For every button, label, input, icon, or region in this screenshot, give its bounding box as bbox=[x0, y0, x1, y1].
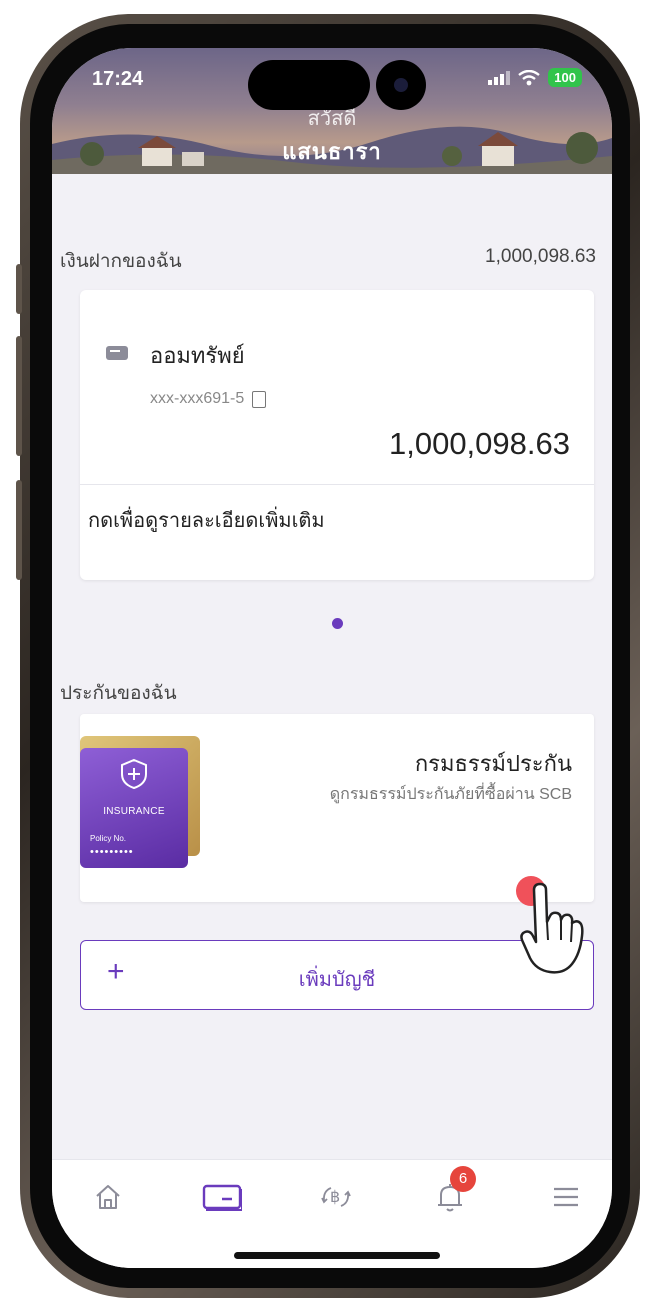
account-card-icon bbox=[202, 1184, 242, 1211]
card-divider bbox=[80, 484, 594, 485]
insurance-card-title: กรมธรรม์ประกัน bbox=[414, 751, 572, 776]
account-number: xxx-xxx691-5 bbox=[150, 390, 245, 407]
insurance-card-label: INSURANCE bbox=[103, 806, 165, 817]
shield-plus-icon bbox=[121, 758, 147, 790]
wifi-icon bbox=[518, 69, 541, 85]
front-camera bbox=[376, 60, 426, 110]
insurance-policy-card[interactable]: INSURANCE Policy No. ••••••••• กรมธรรม์ป… bbox=[80, 714, 594, 902]
tab-menu[interactable] bbox=[536, 1174, 596, 1220]
insurance-section-header: ประกันของฉัน bbox=[60, 678, 596, 708]
side-button-silent bbox=[16, 264, 22, 314]
dynamic-island bbox=[248, 60, 370, 110]
user-name: แสนธารา bbox=[282, 139, 382, 164]
insurance-card-illustration: INSURANCE Policy No. ••••••••• bbox=[80, 736, 210, 868]
add-account-button[interactable]: + เพิ่มบัญชี bbox=[80, 940, 594, 1010]
policy-number-mask: ••••••••• bbox=[90, 846, 134, 858]
svg-text:฿: ฿ bbox=[330, 1187, 340, 1206]
transfer-baht-icon: ฿ bbox=[321, 1187, 351, 1207]
deposits-total: 1,000,098.63 bbox=[485, 246, 596, 267]
account-details-link[interactable]: กดเพื่อดูรายละเอียดเพิ่มเติม bbox=[88, 504, 325, 536]
screen: 17:24 สวัสดี แสนธารา 100 เงินฝากของฉัน 1… bbox=[52, 48, 612, 1268]
insurance-card-subtitle: ดูกรมธรรม์ประกันภัยที่ซื้อผ่าน SCB bbox=[329, 786, 572, 803]
add-account-label: เพิ่มบัญชี bbox=[298, 969, 376, 991]
carousel-page-indicator[interactable] bbox=[332, 618, 343, 629]
deposits-section-title: เงินฝากของฉัน bbox=[60, 251, 182, 272]
side-button-volume-up bbox=[16, 336, 22, 456]
tab-notifications[interactable]: 6 bbox=[420, 1166, 480, 1220]
insurance-section-title: ประกันของฉัน bbox=[60, 683, 177, 704]
notification-badge: 6 bbox=[450, 1166, 476, 1192]
account-balance: 1,000,098.63 bbox=[388, 426, 570, 461]
tab-home[interactable] bbox=[78, 1174, 138, 1220]
copy-icon[interactable] bbox=[252, 390, 267, 408]
status-time: 17:24 bbox=[92, 68, 144, 90]
tab-transfer[interactable]: ฿ bbox=[306, 1174, 366, 1220]
savings-account-card[interactable]: ออมทรัพย์ xxx-xxx691-5 1,000,098.63 กดเพ… bbox=[80, 290, 594, 580]
menu-icon bbox=[554, 1187, 578, 1207]
battery-indicator: 100 bbox=[548, 68, 582, 87]
home-indicator[interactable] bbox=[234, 1252, 440, 1259]
main-content: เงินฝากของฉัน 1,000,098.63 ออมทรัพย์ xxx… bbox=[52, 174, 612, 1159]
side-button-volume-down bbox=[16, 480, 22, 580]
account-number-row: xxx-xxx691-5 bbox=[150, 390, 267, 408]
header-banner: 17:24 สวัสดี แสนธารา 100 bbox=[52, 48, 612, 174]
pointing-hand-icon bbox=[520, 882, 584, 974]
policy-label: Policy No. bbox=[90, 834, 127, 843]
signal-icon bbox=[488, 70, 511, 85]
account-card-icon bbox=[106, 346, 128, 360]
account-type: ออมทรัพย์ bbox=[150, 343, 245, 368]
home-icon bbox=[96, 1185, 120, 1209]
insurance-card-front: INSURANCE Policy No. ••••••••• bbox=[80, 748, 188, 868]
status-icons: 100 bbox=[488, 68, 582, 87]
tab-accounts[interactable] bbox=[192, 1174, 252, 1220]
deposits-section-header: เงินฝากของฉัน 1,000,098.63 bbox=[60, 246, 596, 276]
